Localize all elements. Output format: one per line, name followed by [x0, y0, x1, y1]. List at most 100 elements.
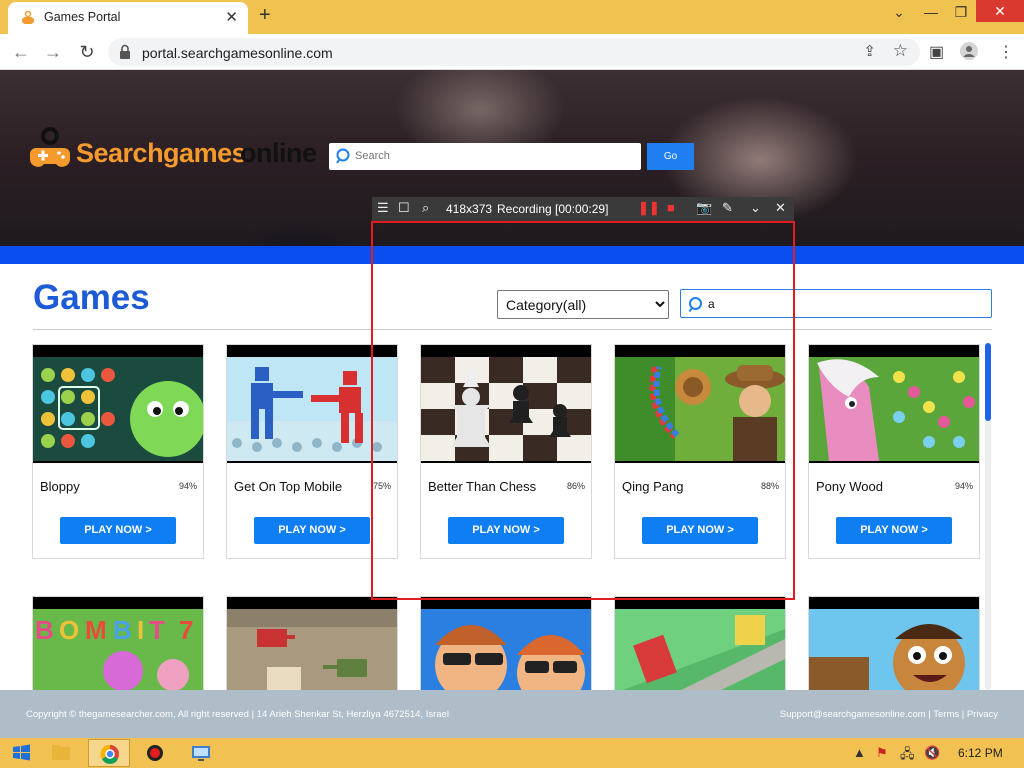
zoom-region-icon[interactable]: ⌕: [422, 200, 429, 216]
remote-desktop-icon[interactable]: [180, 739, 222, 767]
camera-icon[interactable]: 📷: [696, 200, 712, 216]
region-select-icon[interactable]: ☐: [398, 200, 410, 216]
game-card-thumbnail[interactable]: [614, 596, 786, 692]
recorder-close-icon[interactable]: ✕: [775, 200, 786, 216]
game-rating: 88%: [760, 481, 779, 491]
game-title[interactable]: Bloppy: [40, 479, 80, 494]
back-icon[interactable]: ←: [10, 42, 32, 63]
recording-size: 418x373: [446, 202, 493, 216]
reload-icon[interactable]: ↻: [76, 42, 98, 63]
url-text: portal.searchgamesonline.com: [142, 45, 333, 61]
gamepad-icon: [22, 10, 34, 24]
game-thumbnail[interactable]: [809, 345, 979, 463]
game-rating: 94%: [178, 481, 197, 491]
lock-icon: [120, 44, 130, 59]
search-icon: [688, 297, 702, 313]
game-card-thumbnail[interactable]: BOMBIT7: [32, 596, 204, 692]
forward-icon[interactable]: →: [42, 42, 64, 63]
play-now-button[interactable]: PLAY NOW >: [642, 517, 758, 544]
profile-avatar-icon[interactable]: [960, 42, 978, 65]
game-filter-input[interactable]: [708, 295, 978, 312]
footer-copyright: Copyright © thegamesearcher.com, All rig…: [26, 709, 449, 720]
browser-tab-bar: Games Portal ✕ + ⌄ — ❐ ✕: [0, 0, 1024, 34]
maximize-button[interactable]: ❐: [946, 4, 976, 21]
play-now-button[interactable]: PLAY NOW >: [60, 517, 176, 544]
action-center-icon[interactable]: ⚑: [876, 745, 888, 761]
minimize-button[interactable]: —: [916, 4, 946, 20]
site-footer: Copyright © thegamesearcher.com, All rig…: [0, 690, 1024, 738]
tab-search-icon[interactable]: ⌄: [884, 4, 914, 21]
share-icon[interactable]: ⇪: [863, 42, 876, 60]
game-title[interactable]: Better Than Chess: [428, 479, 536, 494]
logo-gamepad-icon: [30, 127, 70, 167]
site-search-box[interactable]: [329, 143, 641, 170]
tab-title: Games Portal: [44, 10, 121, 24]
play-now-button[interactable]: PLAY NOW >: [836, 517, 952, 544]
artwork-letter: T: [149, 615, 165, 645]
stop-icon[interactable]: ■: [667, 200, 675, 215]
taskbar-clock[interactable]: 6:12 PM: [958, 746, 1003, 760]
address-bar[interactable]: portal.searchgamesonline.com ⇪ ☆: [108, 38, 920, 66]
chrome-taskbar-icon[interactable]: [88, 739, 130, 767]
pause-icon[interactable]: ❚❚: [638, 200, 660, 216]
game-rating: 75%: [372, 481, 391, 491]
game-card[interactable]: Get On Top Mobile 75% PLAY NOW >: [226, 344, 398, 559]
collapse-icon[interactable]: ⌄: [750, 200, 761, 216]
pen-icon[interactable]: ✎: [722, 200, 733, 216]
artwork-letter: M: [85, 615, 107, 645]
section-divider: [33, 329, 992, 330]
site-search-input[interactable]: [355, 147, 635, 165]
game-rating: 94%: [954, 481, 973, 491]
logo-text-online[interactable]: online: [240, 138, 317, 169]
bookmark-star-icon[interactable]: ☆: [893, 41, 908, 61]
artwork-letter: O: [59, 615, 79, 645]
search-icon: [336, 148, 350, 164]
artwork-letter: 7: [179, 615, 193, 645]
browser-toolbar: ← → ↻ portal.searchgamesonline.com ⇪ ☆ ▣…: [0, 34, 1024, 70]
play-now-button[interactable]: PLAY NOW >: [254, 517, 370, 544]
artwork-letter: B: [113, 615, 132, 645]
tab-close-icon[interactable]: ✕: [225, 8, 238, 26]
recorder-toolbar: ☰ ☐ ⌕ 418x373 Recording [00:00:29] ❚❚ ■ …: [372, 197, 794, 221]
network-icon[interactable]: 🖧: [900, 745, 915, 767]
browser-menu-icon[interactable]: ⋮: [998, 42, 1014, 62]
file-explorer-icon[interactable]: [40, 739, 82, 767]
game-thumbnail[interactable]: [615, 345, 785, 463]
game-card[interactable]: Qing Pang 88% PLAY NOW >: [614, 344, 786, 559]
game-card-thumbnail[interactable]: [420, 596, 592, 692]
logo-text-searchgames[interactable]: Searchgames: [76, 138, 247, 169]
windows-taskbar: ▲ ⚑ 🖧 🔇 6:12 PM: [0, 738, 1024, 768]
game-filter-box[interactable]: [680, 289, 992, 318]
side-panel-icon[interactable]: ▣: [929, 42, 944, 62]
game-title[interactable]: Pony Wood: [816, 479, 883, 494]
recorder-menu-icon[interactable]: ☰: [377, 200, 389, 216]
header-divider-strip: [0, 246, 1024, 264]
browser-tab[interactable]: Games Portal ✕: [8, 2, 248, 34]
new-tab-button[interactable]: +: [259, 4, 271, 27]
game-thumbnail[interactable]: [421, 345, 591, 463]
game-title[interactable]: Get On Top Mobile: [234, 479, 342, 494]
page-title: Games: [33, 278, 150, 317]
tray-expand-icon[interactable]: ▲: [853, 745, 866, 760]
screen-recorder-icon[interactable]: [134, 739, 176, 767]
game-title[interactable]: Qing Pang: [622, 479, 683, 494]
game-card-thumbnail[interactable]: [808, 596, 980, 692]
game-card[interactable]: Pony Wood 94% PLAY NOW >: [808, 344, 980, 559]
scrollbar-thumb[interactable]: [985, 343, 991, 421]
game-card[interactable]: Bloppy 94% PLAY NOW >: [32, 344, 204, 559]
windows-start-icon[interactable]: [4, 739, 38, 767]
volume-muted-icon[interactable]: 🔇: [924, 745, 940, 761]
game-thumbnail[interactable]: [227, 345, 397, 463]
recording-status: Recording [00:00:29]: [497, 202, 609, 216]
go-button[interactable]: Go: [647, 143, 694, 170]
category-select[interactable]: Category(all): [497, 290, 669, 319]
artwork-letter: I: [137, 615, 144, 645]
game-rating: 86%: [566, 481, 585, 491]
game-card-thumbnail[interactable]: [226, 596, 398, 692]
game-card[interactable]: Better Than Chess 86% PLAY NOW >: [420, 344, 592, 559]
footer-links[interactable]: Support@searchgamesonline.com | Terms | …: [780, 709, 998, 720]
artwork-letter: B: [35, 615, 54, 645]
window-close-button[interactable]: ✕: [976, 0, 1024, 22]
play-now-button[interactable]: PLAY NOW >: [448, 517, 564, 544]
game-thumbnail[interactable]: [33, 345, 203, 463]
